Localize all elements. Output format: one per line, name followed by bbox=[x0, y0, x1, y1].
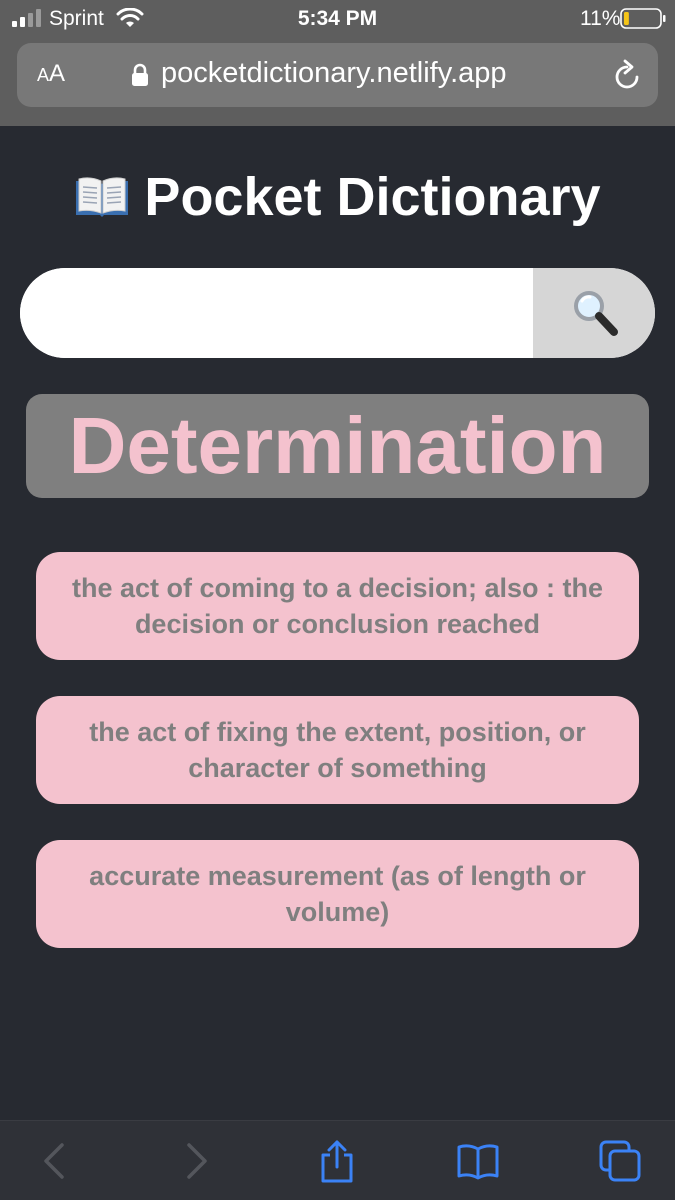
word-heading: Determination bbox=[68, 401, 607, 490]
open-book-icon[interactable] bbox=[456, 1139, 500, 1183]
search-button[interactable] bbox=[533, 268, 655, 358]
browser-top-chrome: Sprint 5:34 PM 11% AA pocketdictionary.n… bbox=[0, 0, 675, 126]
open-book-emoji-icon bbox=[76, 177, 129, 217]
text-size-small-label: A bbox=[37, 65, 50, 85]
word-heading-box: Determination bbox=[26, 394, 649, 498]
text-size-button[interactable]: AA bbox=[37, 60, 65, 88]
definition-card: the act of fixing the extent, position, … bbox=[36, 696, 639, 804]
definition-card: accurate measurement (as of length or vo… bbox=[36, 840, 639, 948]
battery-icon bbox=[620, 8, 666, 29]
browser-toolbar bbox=[0, 1120, 675, 1200]
battery-percent: 11% bbox=[580, 7, 621, 30]
page-title: Pocket Dictionary bbox=[0, 166, 675, 228]
page-title-text: Pocket Dictionary bbox=[144, 167, 601, 227]
tabs-icon[interactable] bbox=[598, 1139, 642, 1183]
chevron-right-icon[interactable] bbox=[175, 1139, 219, 1183]
address-bar[interactable]: AA pocketdictionary.netlify.app bbox=[17, 43, 658, 107]
status-time: 5:34 PM bbox=[297, 7, 378, 30]
definition-card: the act of coming to a decision; also : … bbox=[36, 552, 639, 660]
text-size-large-label: A bbox=[49, 60, 66, 87]
url-text[interactable]: pocketdictionary.netlify.app bbox=[161, 57, 507, 90]
magnifying-glass-icon bbox=[574, 291, 618, 336]
search-form bbox=[20, 268, 655, 358]
lock-icon bbox=[132, 63, 148, 86]
search-input[interactable] bbox=[20, 268, 533, 358]
share-icon[interactable] bbox=[315, 1139, 359, 1183]
reload-icon[interactable] bbox=[611, 59, 643, 93]
status-bar: Sprint 5:34 PM 11% bbox=[0, 0, 675, 38]
chevron-left-icon[interactable] bbox=[34, 1139, 78, 1183]
